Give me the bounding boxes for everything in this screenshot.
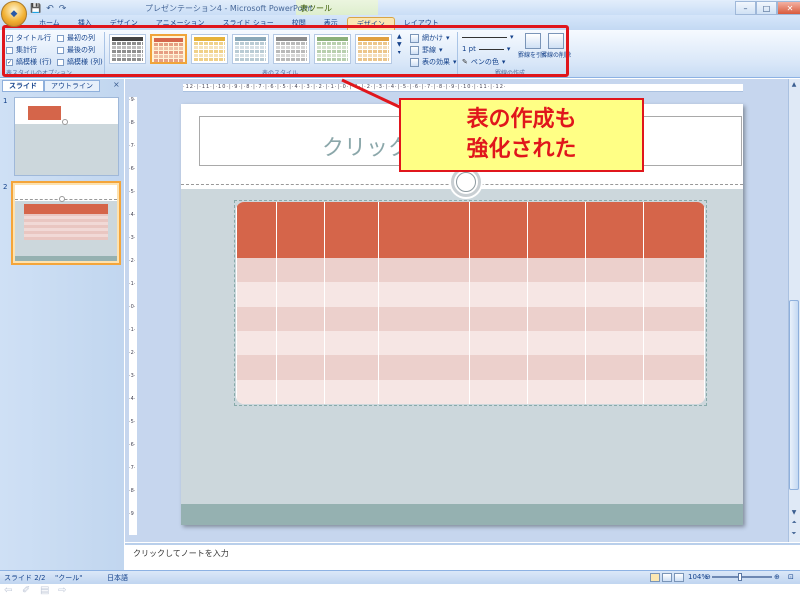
normal-view-icon[interactable] <box>650 573 660 582</box>
horizontal-ruler: ·12·|·11·|·10·|·9·|·8·|·7·|·6·|·5·|·4·|·… <box>183 84 743 92</box>
table-row <box>236 355 705 380</box>
table-row <box>236 306 705 331</box>
table-header-row <box>236 202 705 258</box>
close-icon[interactable]: × <box>113 80 120 89</box>
callout-arrow <box>341 78 407 112</box>
vertical-ruler: ·9· ·8· ·7· ·6· ·5· ·4· ·3· ·2· ·1· ·0· ·1· ·2· ·3· ·… <box>129 97 137 535</box>
pen-icon: ✐ <box>22 585 31 596</box>
status-theme-name: "クール" <box>55 574 83 582</box>
view-buttons <box>650 573 684 582</box>
tab-slides[interactable]: スライド <box>2 80 44 92</box>
close-icon[interactable]: ✕ <box>777 1 800 15</box>
table-row <box>236 330 705 356</box>
next-slide-icon[interactable]: ⏷ <box>789 529 799 539</box>
undo-icon[interactable]: ↶ <box>46 4 54 14</box>
office-logo-icon: ◆ <box>10 9 18 19</box>
tab-outline[interactable]: アウトライン <box>44 80 100 92</box>
callout-line-2: 強化された <box>466 137 577 162</box>
scroll-up-icon[interactable]: ▲ <box>789 80 799 90</box>
slide-thumbnail-1[interactable] <box>14 97 119 176</box>
slides-pane-tabs: スライド アウトライン <box>2 80 100 92</box>
status-slide-number: スライド 2/2 <box>4 574 46 582</box>
slide-table[interactable] <box>236 202 705 404</box>
window-controls: – □ ✕ <box>735 1 800 15</box>
office-button[interactable]: ◆ <box>1 1 27 27</box>
callout-line-1: 表の作成も <box>466 107 577 132</box>
prev-slide-icon[interactable]: ⏶ <box>789 518 799 528</box>
slideshow-icon[interactable] <box>674 573 684 582</box>
scrollbar-thumb[interactable] <box>789 300 799 490</box>
menu-icon: ▤ <box>40 585 50 596</box>
fit-window-icon[interactable]: ⊡ <box>788 573 794 581</box>
slide-sorter-icon[interactable] <box>662 573 672 582</box>
context-tool-title: 表ツール <box>300 4 332 13</box>
powerpoint-window: ◆ 💾 ↶ ↷ プレゼンテーション4 - Microsoft PowerPoin… <box>0 0 800 600</box>
slide-footer-band <box>181 504 743 525</box>
zoom-slider-knob[interactable] <box>738 573 742 581</box>
slide-thumbnail-2-selected[interactable] <box>11 181 121 265</box>
save-icon[interactable]: 💾 <box>30 4 41 14</box>
table-row <box>236 282 705 307</box>
minimize-icon[interactable]: – <box>735 1 756 15</box>
quick-access-toolbar: 💾 ↶ ↷ <box>30 2 66 15</box>
callout-box: 表の作成も 強化された <box>399 98 644 172</box>
notes-placeholder: クリックしてノートを入力 <box>133 549 229 558</box>
forward-icon: ⇨ <box>58 585 67 596</box>
status-language[interactable]: 日本語 <box>107 573 128 583</box>
zoom-out-icon[interactable]: ⊖ <box>705 573 711 581</box>
maximize-icon[interactable]: □ <box>756 1 777 15</box>
window-title: プレゼンテーション4 - Microsoft PowerPoint <box>145 4 313 13</box>
bottom-strip: ⇦ ✐ ▤ ⇨ <box>0 584 800 600</box>
zoom-in-icon[interactable]: ⊕ <box>774 573 780 581</box>
back-icon: ⇦ <box>4 585 13 596</box>
table-row <box>236 258 705 283</box>
slide-number: 1 <box>3 97 8 105</box>
slide-number: 2 <box>3 183 8 191</box>
slide-ornament-circle-inner <box>456 172 476 192</box>
ribbon-highlight-box <box>2 25 569 77</box>
zoom-slider[interactable] <box>712 576 772 578</box>
redo-icon[interactable]: ↷ <box>59 4 67 14</box>
table-row <box>236 379 705 404</box>
scroll-down-icon[interactable]: ▼ <box>789 508 799 518</box>
